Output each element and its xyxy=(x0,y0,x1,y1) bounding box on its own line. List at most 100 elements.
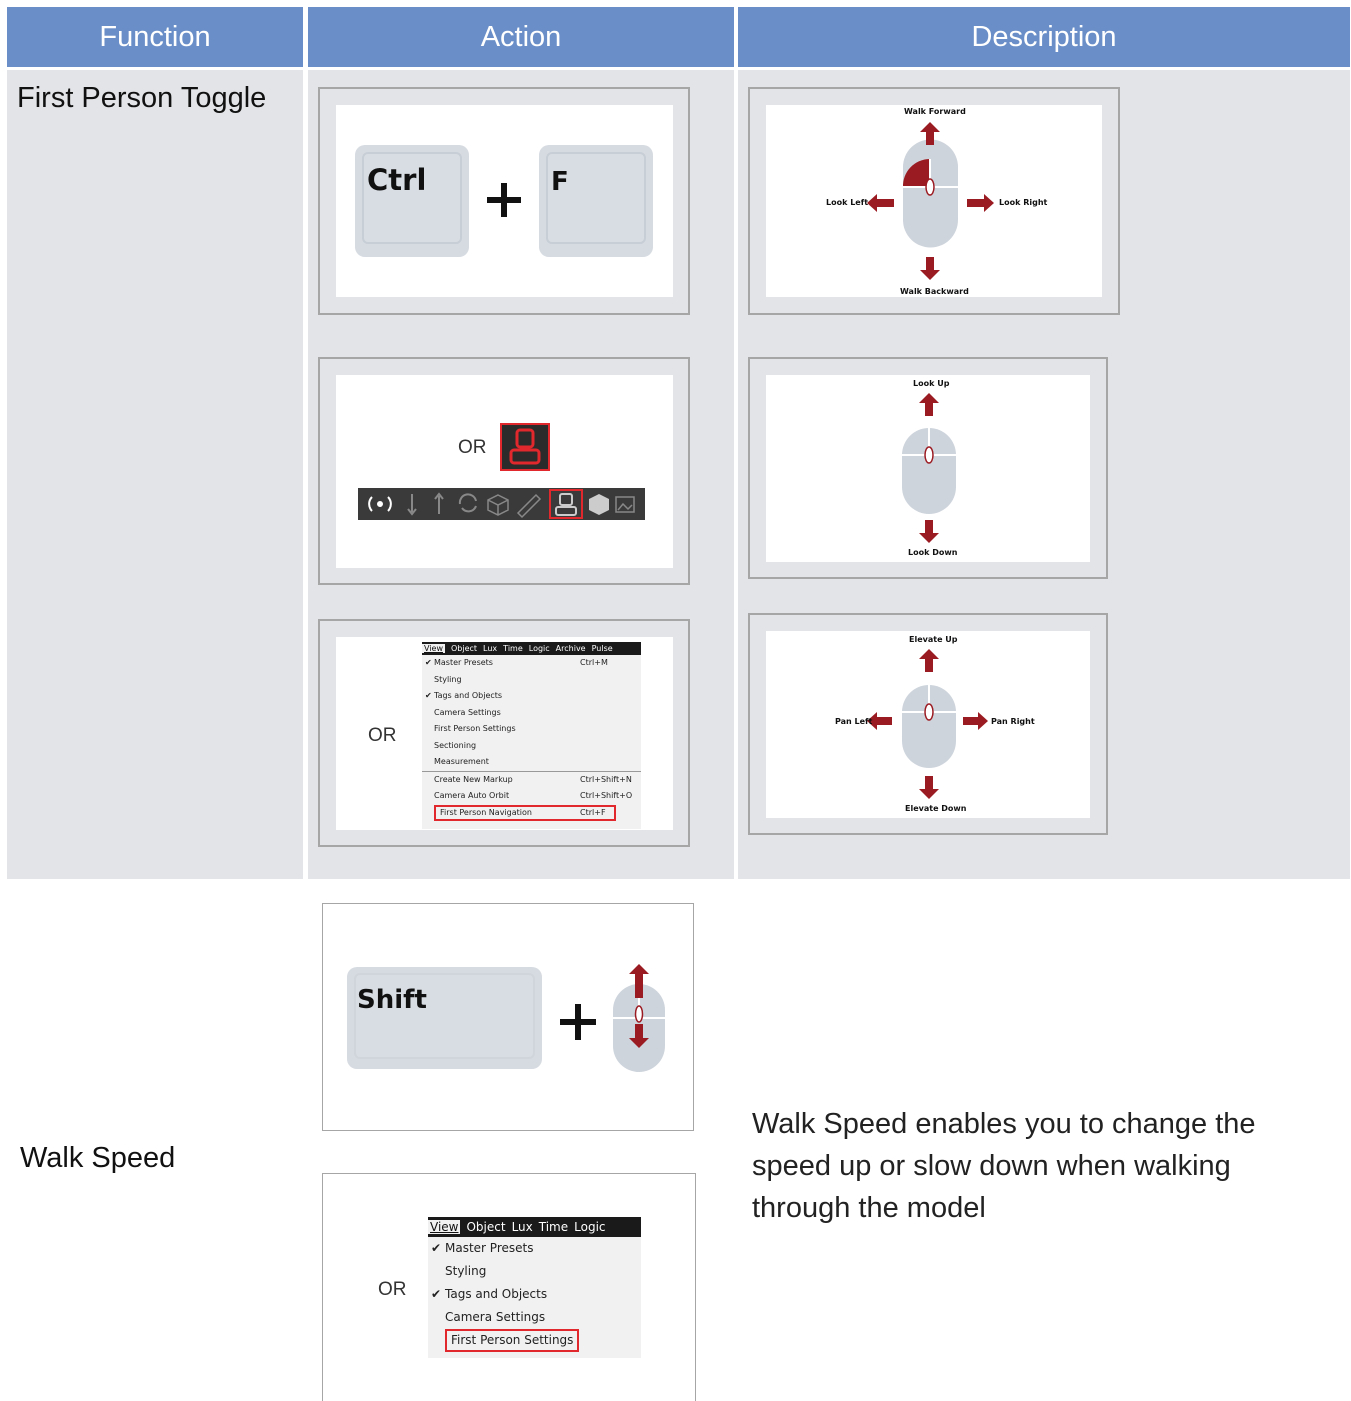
menu-item[interactable]: Create New Markup Ctrl+Shift+N xyxy=(422,770,641,789)
look-up-label: Look Up xyxy=(913,379,950,388)
menu-item-label: Camera Auto Orbit xyxy=(434,791,510,800)
arrow-up-icon[interactable] xyxy=(434,492,444,514)
menu-item-label: First Person Settings xyxy=(445,1329,580,1352)
or-label: OR xyxy=(368,725,397,746)
arrow-down-icon xyxy=(919,776,939,799)
person-icon[interactable] xyxy=(549,489,583,519)
menu-item[interactable]: ✔ Tags and Objects xyxy=(422,688,641,705)
menu-item-label: Camera Settings xyxy=(434,707,501,717)
ctrl-key: Ctrl xyxy=(355,145,469,257)
arrow-right-icon xyxy=(963,712,988,730)
mouse-icon xyxy=(902,139,958,248)
menu-item-label: Tags and Objects xyxy=(434,691,503,700)
menu-item-shortcut: Ctrl+Shift+N xyxy=(580,774,632,784)
menu-item-label: Tags and Objects xyxy=(445,1287,548,1301)
menu-lux[interactable]: Lux xyxy=(512,1220,533,1234)
menu-item[interactable]: ✔ Tags and Objects xyxy=(428,1283,641,1306)
look-left-label: Look Left xyxy=(826,198,869,207)
broadcast-icon[interactable] xyxy=(368,496,392,512)
menu-item[interactable]: First Person Settings xyxy=(428,1329,641,1352)
cube-outline-icon[interactable] xyxy=(487,494,509,516)
shift-key-label: Shift xyxy=(357,985,427,1015)
f-key-label: F xyxy=(551,167,569,197)
elevate-up-label: Elevate Up xyxy=(909,635,958,644)
header-description: Description xyxy=(738,7,1350,67)
menu-time[interactable]: Time xyxy=(539,1220,568,1234)
toolbar xyxy=(358,488,645,520)
header-function: Function xyxy=(7,7,303,67)
menu-item-label: Measurement xyxy=(434,757,489,766)
menu-lux[interactable]: Lux xyxy=(483,644,497,653)
rotate-icon[interactable] xyxy=(458,493,477,513)
walk-backward-label: Walk Backward xyxy=(900,287,969,296)
menu-item[interactable]: First Person Navigation Ctrl+F xyxy=(422,804,641,821)
menu-item[interactable]: ✔ Master Presets Ctrl+M xyxy=(422,655,641,672)
menu-bar: View Object Lux Time Logic xyxy=(428,1217,641,1237)
menu-item[interactable]: Styling xyxy=(422,672,641,689)
menu-time[interactable]: Time xyxy=(503,644,523,653)
menu-item-label: Create New Markup xyxy=(434,774,513,784)
menu-bar: View Object Lux Time Logic Archive Pulse xyxy=(422,642,641,655)
shift-key: Shift xyxy=(347,967,542,1069)
mouse-icon xyxy=(902,684,956,768)
menu-view[interactable]: View xyxy=(422,644,445,653)
menu-item[interactable]: ✔ Master Presets xyxy=(428,1237,641,1260)
menu-item-label: Sectioning xyxy=(434,740,477,750)
menu-pulse[interactable]: Pulse xyxy=(592,644,613,653)
or-label: OR xyxy=(458,437,487,458)
arrow-up-icon xyxy=(919,393,939,416)
header-function-label: Function xyxy=(99,20,211,53)
elevate-down-label: Elevate Down xyxy=(905,804,967,813)
cube-solid-icon[interactable] xyxy=(589,494,609,515)
menu-view[interactable]: View xyxy=(428,1220,461,1234)
check-icon: ✔ xyxy=(425,658,432,667)
function-first-person-toggle: First Person Toggle xyxy=(17,82,267,114)
arrow-down-icon xyxy=(920,257,940,280)
shift-scroll-figure: Shift xyxy=(322,903,694,1131)
function-walk-speed: Walk Speed xyxy=(20,1142,176,1174)
person-icon xyxy=(509,428,541,465)
menu-item-shortcut: Ctrl+M xyxy=(580,658,608,667)
menu-archive[interactable]: Archive xyxy=(556,644,586,653)
menu-logic[interactable]: Logic xyxy=(574,1220,605,1234)
check-icon: ✔ xyxy=(425,691,432,700)
menu-item-label: Master Presets xyxy=(434,658,493,667)
view-menu: View Object Lux Time Logic ✔ Master Presets Sty… xyxy=(428,1217,641,1358)
menu-object[interactable]: Object xyxy=(466,1220,505,1234)
menu-item[interactable]: Measurement xyxy=(422,754,641,771)
image-icon[interactable] xyxy=(615,496,635,513)
menu-object[interactable]: Object xyxy=(451,644,477,653)
menu-item[interactable]: Camera Auto Orbit Ctrl+Shift+O xyxy=(422,788,641,805)
look-down-label: Look Down xyxy=(908,548,958,557)
menu-item[interactable]: Camera Settings xyxy=(428,1306,641,1329)
menu-item[interactable]: Styling xyxy=(428,1260,641,1283)
menu-item[interactable]: Sectioning xyxy=(422,738,641,755)
arrow-right-icon xyxy=(967,194,994,212)
arrow-up-icon xyxy=(919,649,939,672)
menu-item[interactable]: Camera Settings xyxy=(422,705,641,722)
ctrl-f-figure: Ctrl F xyxy=(318,87,690,315)
or-label: OR xyxy=(378,1279,407,1300)
toolbar-figure: OR xyxy=(318,357,690,585)
walk-speed-description: Walk Speed enables you to change the spe… xyxy=(752,1108,1256,1224)
arrow-down-icon xyxy=(919,520,939,543)
ctrl-key-label: Ctrl xyxy=(367,163,427,197)
arrow-down-icon[interactable] xyxy=(407,494,417,516)
check-icon: ✔ xyxy=(431,1241,442,1255)
f-key: F xyxy=(539,145,653,257)
menu-item-shortcut: Ctrl+Shift+O xyxy=(580,791,633,800)
menu-item[interactable]: First Person Settings xyxy=(422,721,641,738)
look-right-label: Look Right xyxy=(999,198,1048,207)
elevate-pan-diagram: Elevate Up Elevate Down Pan Left Pan Rig… xyxy=(748,613,1108,835)
walk-look-diagram: Walk Forward Walk Backward Look Left Loo… xyxy=(748,87,1120,315)
ruler-icon[interactable] xyxy=(516,493,542,519)
menu-logic[interactable]: Logic xyxy=(529,644,550,653)
view-menu: View Object Lux Time Logic Archive Pulse ✔ Maste… xyxy=(422,642,641,829)
check-icon: ✔ xyxy=(431,1287,442,1301)
first-person-settings-figure: OR View Object Lux Time Logic ✔ Master Presets… xyxy=(322,1173,696,1401)
arrow-left-icon xyxy=(867,194,894,212)
cell-function-row1 xyxy=(7,70,303,879)
menu-item-label: Master Presets xyxy=(445,1241,534,1255)
menu-item-shortcut: Ctrl+F xyxy=(580,807,606,817)
look-up-down-diagram: Look Up Look Down xyxy=(748,357,1108,579)
